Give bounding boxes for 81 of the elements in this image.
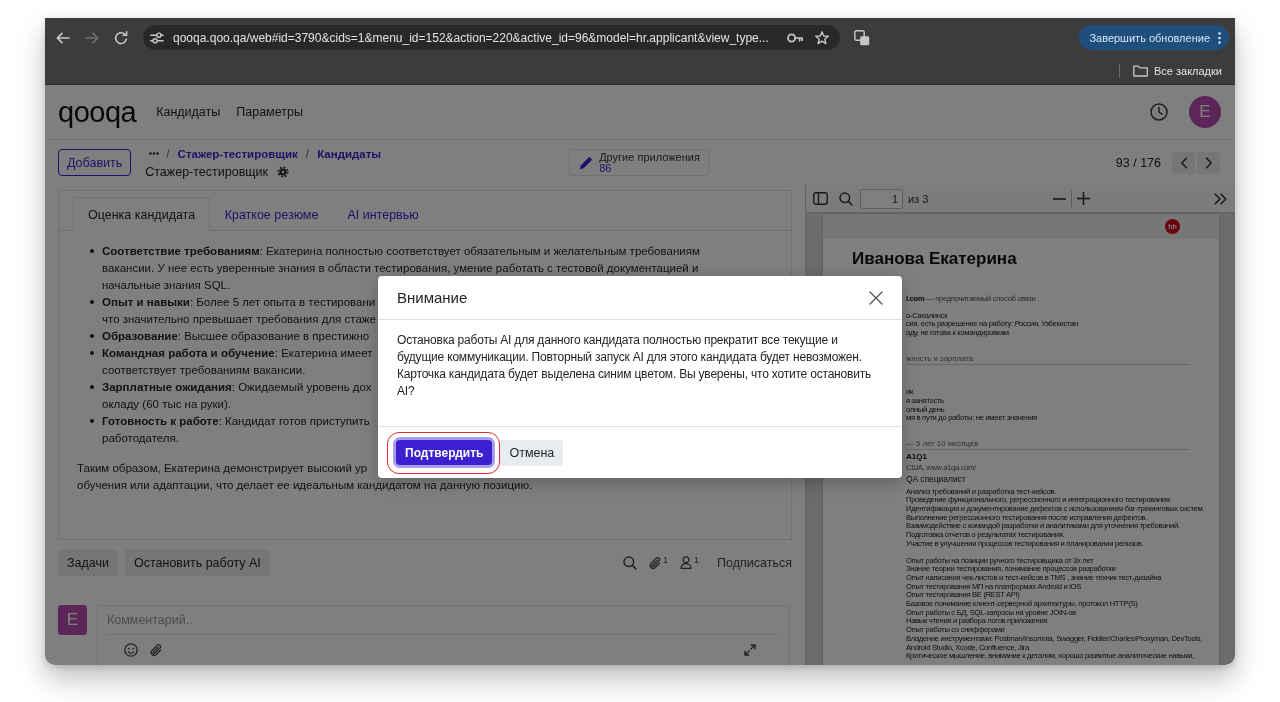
back-icon[interactable] xyxy=(56,31,70,44)
bullet-icon xyxy=(90,385,94,389)
tab[interactable]: Краткое резюме xyxy=(210,197,333,231)
address-bar[interactable]: qooqa.qoo.qa/web#id=3790&cids=1&menu_id=152&action=220&active_id=96&model=hr.applicant&view_type... xyxy=(143,25,840,50)
page-number-field[interactable]: 1 xyxy=(860,188,903,209)
close-icon[interactable] xyxy=(869,290,883,305)
chatter-button[interactable]: Задачи xyxy=(58,549,118,576)
record-title: Стажер-тестировщик xyxy=(145,164,269,179)
new-button[interactable]: Добавить xyxy=(58,149,132,176)
chevron-right-icon xyxy=(1204,156,1213,169)
bullet-icon xyxy=(90,351,94,355)
dialog-message: Остановка работы AI для данного кандидата полностью прекратит все текущие и будущие коммуникации. Повторный запуск AI для этого кандидата будет невозможен. Карточка кандидата будет выделена синим цветом. Вы уверены, что хотите остановить AI? xyxy=(397,332,873,400)
menu-item[interactable]: Параметры xyxy=(236,105,303,119)
breadcrumb-link[interactable]: Кандидаты xyxy=(317,147,382,160)
evaluation-text: что значительно превышает требования для стаже xyxy=(102,312,376,326)
job-title: QA специалист xyxy=(906,473,966,485)
evaluation-text: Командная работа и обучение: Екатерина имеет xyxy=(102,346,373,360)
follow-link[interactable]: Подписаться xyxy=(717,555,792,570)
chatter-button[interactable]: Остановить работу AI xyxy=(124,549,270,576)
bookmarks-folder-button[interactable]: Все закладки xyxy=(1132,64,1222,77)
cancel-button[interactable]: Отмена xyxy=(500,439,564,466)
key-icon[interactable] xyxy=(787,32,803,43)
update-button[interactable]: Завершить обновление xyxy=(1079,25,1229,50)
previous-button[interactable] xyxy=(1172,151,1195,174)
user-avatar[interactable]: E xyxy=(1189,96,1221,128)
sliders-icon[interactable] xyxy=(150,31,164,44)
evaluation-text: Готовность к работе: Кандидат готов приступить xyxy=(102,414,370,428)
evaluation-text: работодателя. xyxy=(102,431,179,445)
attachments-button[interactable]: 1 xyxy=(649,555,669,570)
breadcrumb-separator: / xyxy=(305,146,310,161)
evaluation-text: окладу (60 тыс на руки). xyxy=(102,397,232,411)
double-chevron-icon[interactable] xyxy=(1214,192,1227,205)
folder-icon xyxy=(1132,64,1148,77)
smart-button[interactable]: Другие приложения 86 xyxy=(569,149,709,176)
paperclip-icon[interactable] xyxy=(150,643,162,657)
bullet-icon xyxy=(90,419,94,423)
breadcrumb-separator: / xyxy=(166,146,170,161)
evaluation-text: начальные знания SQL. xyxy=(102,278,231,292)
ellipsis-icon[interactable] xyxy=(149,152,160,155)
gear-icon[interactable] xyxy=(277,165,290,178)
evaluation-text: соответствует требованиям вакансии. xyxy=(102,363,306,377)
sidebar-icon[interactable] xyxy=(813,192,828,205)
plus-icon[interactable] xyxy=(1077,192,1090,205)
star-icon[interactable] xyxy=(815,30,829,45)
overlapping-squares-icon[interactable] xyxy=(854,29,870,46)
evaluation-text: Зарплатные ожидания: Ожидаемый уровень дох xyxy=(102,380,372,394)
evaluation-text: Соответствие требованиям: Екатерина полностью соответствует обязательным и желательным требованиям xyxy=(102,244,700,258)
page-count: из 3 xyxy=(908,192,929,205)
menu-item[interactable]: Кандидаты xyxy=(156,105,221,119)
tab[interactable]: Оценка кандидата xyxy=(73,197,211,231)
reload-icon[interactable] xyxy=(114,30,128,45)
pencil-icon xyxy=(579,155,594,170)
chevron-left-icon xyxy=(1179,156,1188,169)
evaluation-text: вакансии. У нее есть уверенные знания в области тестирования, умение работать с тестовой документацией и xyxy=(102,261,699,275)
clock-icon[interactable] xyxy=(1150,103,1168,121)
person-icon xyxy=(680,556,693,569)
search-icon[interactable] xyxy=(839,191,853,206)
followers-button[interactable]: 1 xyxy=(680,556,700,569)
smiley-icon[interactable] xyxy=(124,643,138,657)
summary-text: обучения или адаптации, что делает ее идеальным кандидатом на данную позицию. xyxy=(77,478,533,492)
bullet-icon xyxy=(90,249,94,253)
evaluation-text: Образование: Высшее образование в престижно xyxy=(102,329,370,343)
confirm-button[interactable]: Подтвердить xyxy=(396,440,493,465)
evaluation-text: Опыт и навыки: Более 5 лет опыта в тестировани xyxy=(102,295,376,309)
more-icon xyxy=(1218,31,1221,44)
document-title: Иванова Екатерина xyxy=(852,249,1017,269)
user-avatar: E xyxy=(58,605,87,635)
minus-icon[interactable] xyxy=(1053,197,1066,200)
bullet-icon xyxy=(90,334,94,338)
summary-text: Таким образом, Екатерина демонстрирует высокий ур xyxy=(77,461,368,475)
tab[interactable]: AI интервью xyxy=(332,197,434,231)
search-icon[interactable] xyxy=(623,555,638,570)
expand-icon[interactable] xyxy=(744,644,756,656)
paperclip-icon xyxy=(649,555,662,570)
company-name: A1Q1 xyxy=(906,452,927,462)
breadcrumb-link[interactable]: Стажер-тестировщик xyxy=(177,147,298,160)
bullet-icon xyxy=(90,300,94,304)
app-logo[interactable]: qooqa xyxy=(58,97,137,127)
next-button[interactable] xyxy=(1197,151,1220,174)
dialog-title: Внимание xyxy=(397,289,468,306)
pager-value: 93 / 176 xyxy=(1115,155,1161,170)
